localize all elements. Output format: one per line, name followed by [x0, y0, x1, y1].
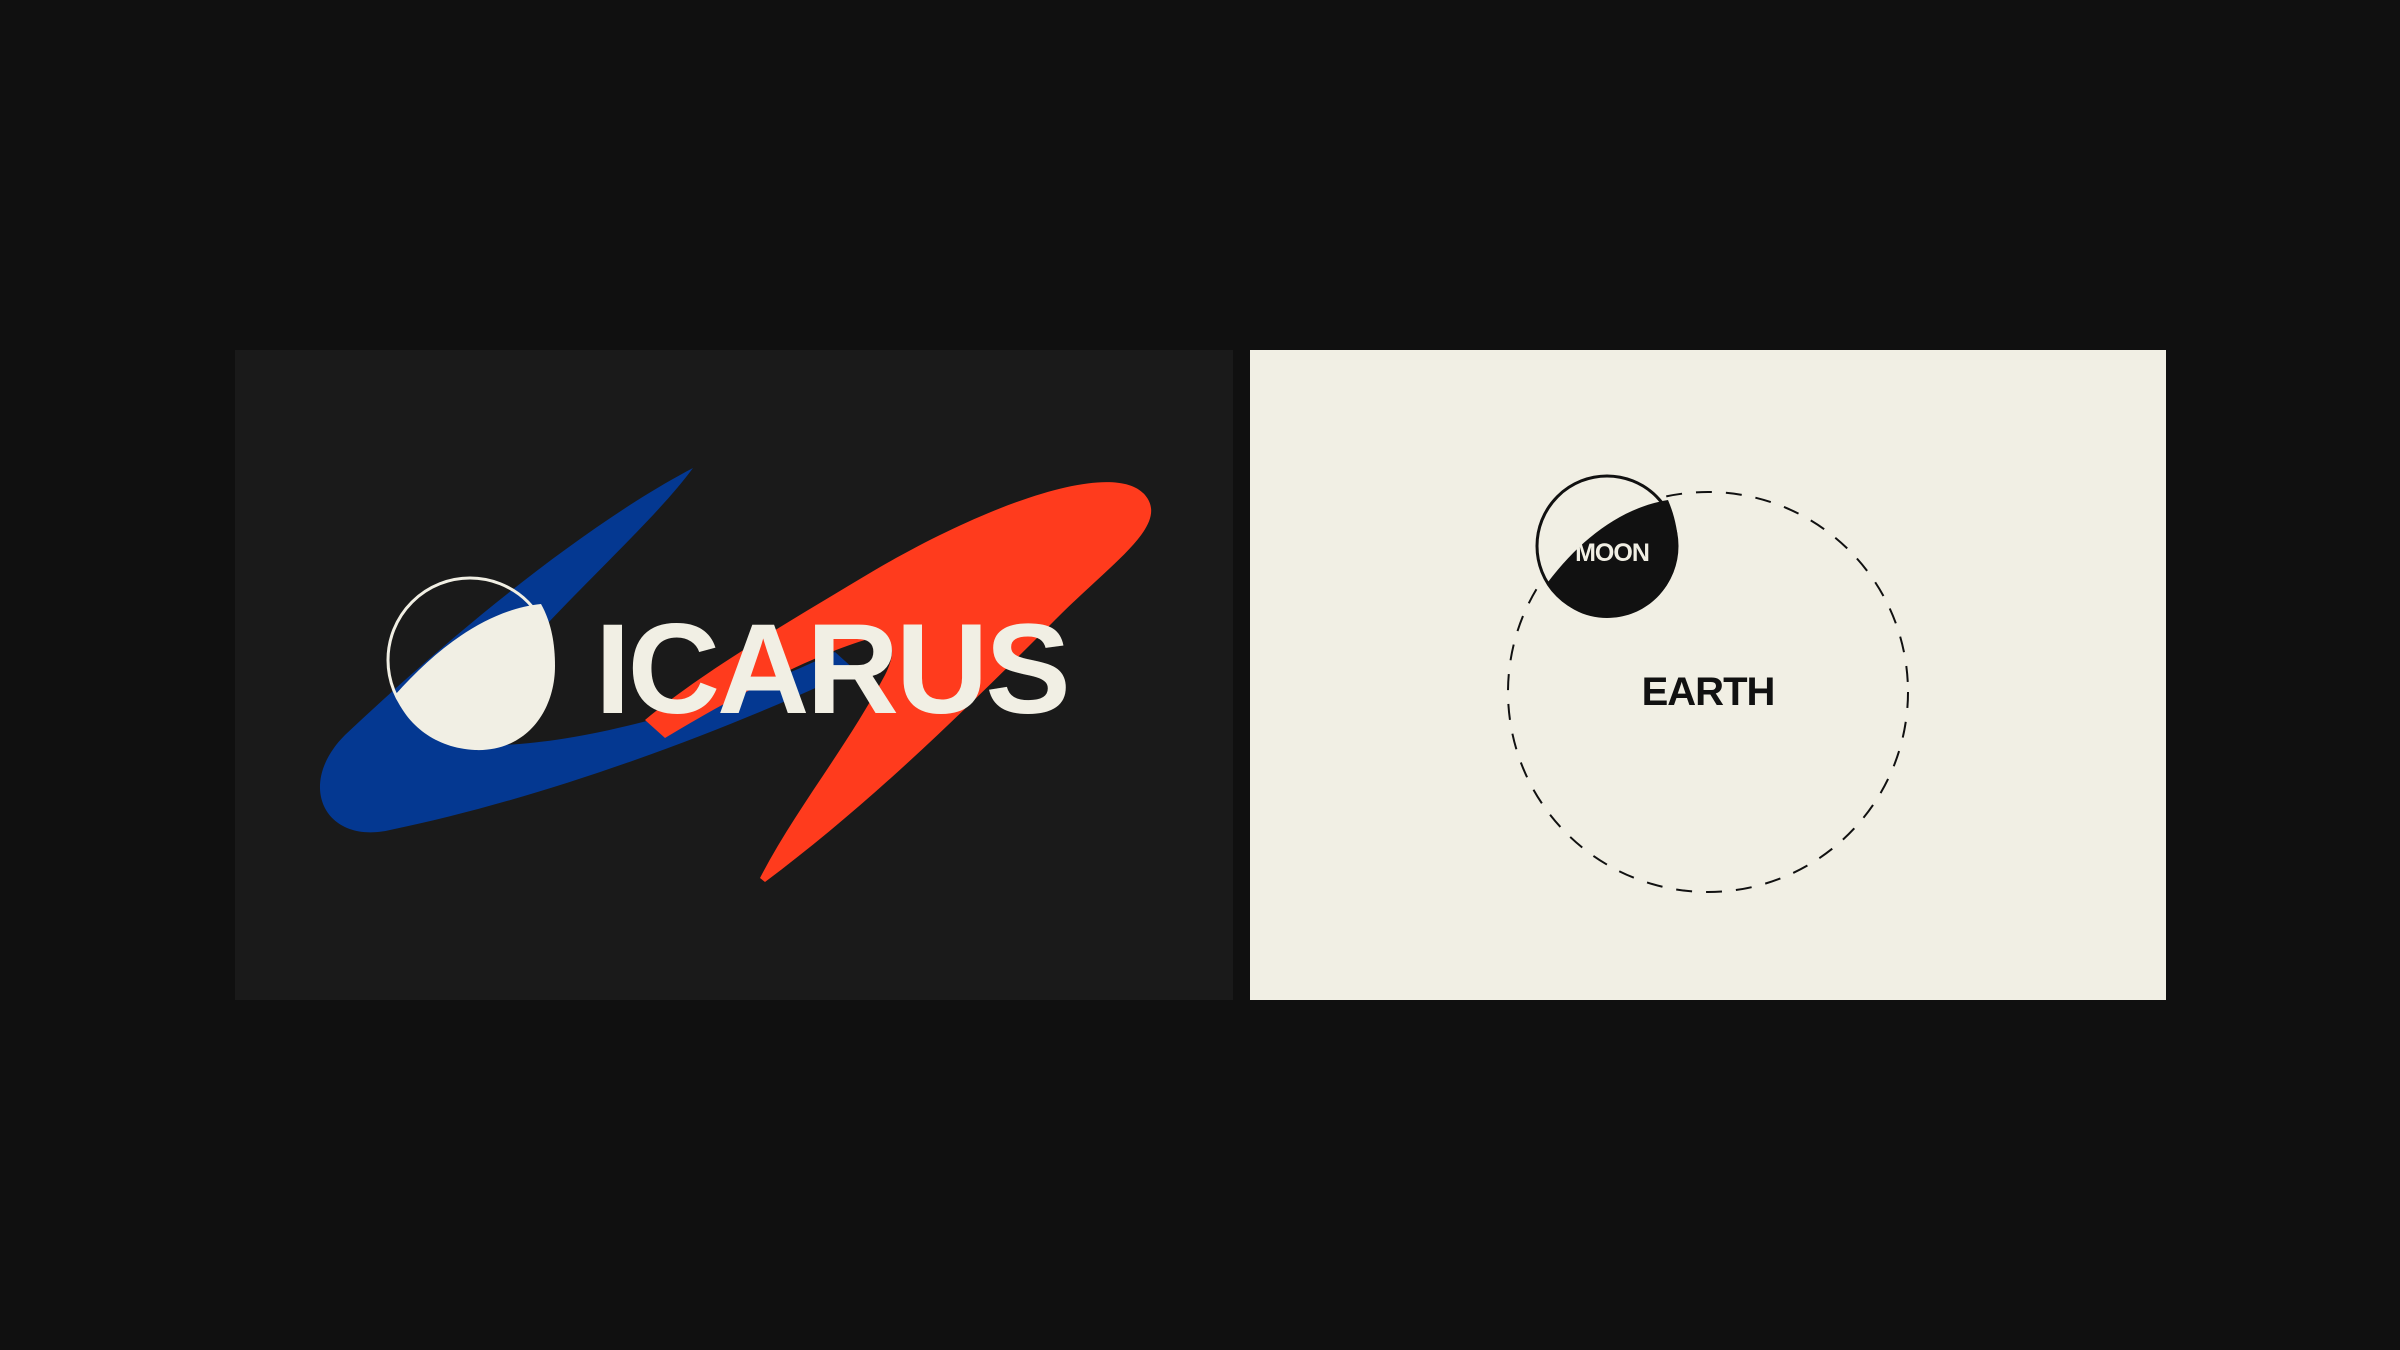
orbit-artwork: MOON EARTH	[1507, 474, 1909, 893]
icarus-logo-artwork: ICARUS	[319, 468, 1152, 882]
icarus-logo-panel: ICARUS	[235, 350, 1233, 1000]
moon-earth-panel: MOON EARTH	[1250, 350, 2166, 1000]
moon-label: MOON	[1575, 539, 1649, 567]
icarus-wordmark: ICARUS	[595, 598, 1068, 741]
page-canvas: ICARUS MOON EARTH	[0, 0, 2400, 1350]
earth-label: EARTH	[1642, 670, 1775, 714]
